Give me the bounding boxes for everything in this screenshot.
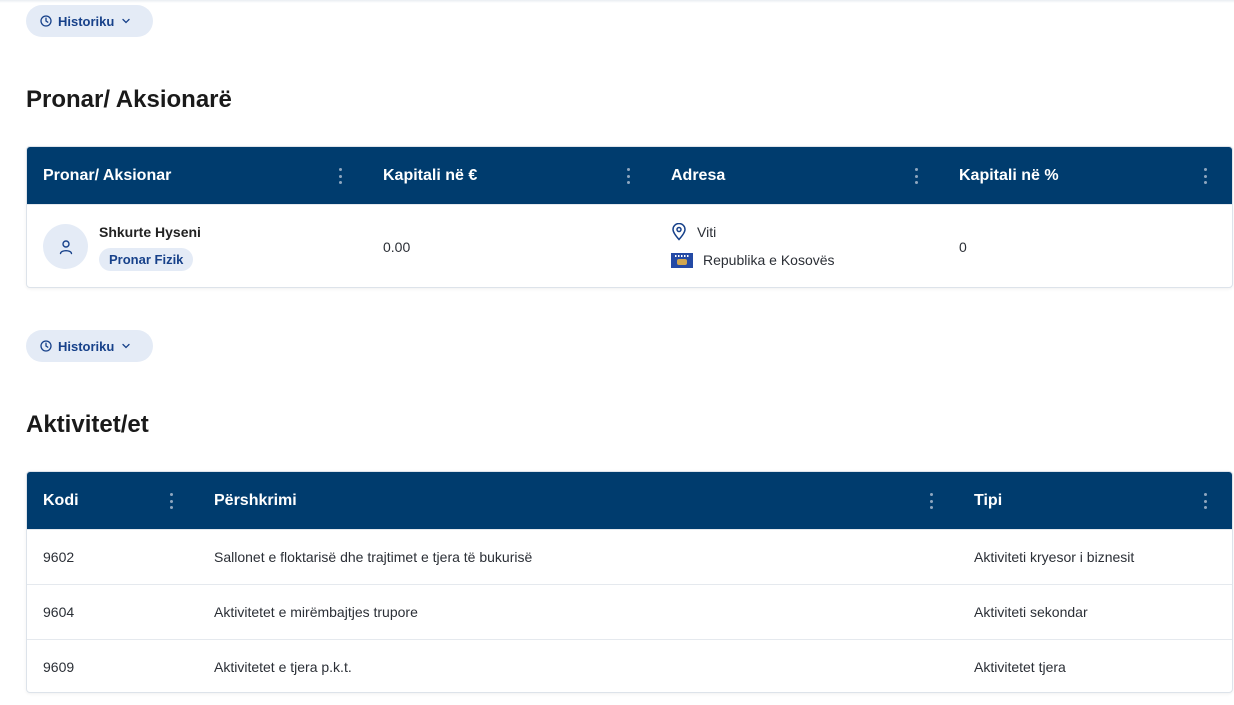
owner-type-badge: Pronar Fizik (99, 248, 194, 271)
column-header-address: Adresa (671, 166, 726, 184)
column-menu-capital-eur[interactable] (623, 166, 633, 186)
column-header-capital-eur: Kapitali në € (383, 166, 478, 184)
user-icon (59, 239, 72, 254)
activity-description: Aktivitetet e tjera p.k.t. (214, 658, 352, 675)
owner-capital-eur: 0.00 (383, 238, 411, 255)
kebab-icon (929, 493, 933, 496)
kebab-icon (1203, 493, 1207, 496)
column-menu-capital-pct[interactable] (1200, 166, 1210, 186)
kebab-icon (338, 168, 342, 171)
map-pin-icon (672, 223, 686, 241)
activity-code: 9604 (43, 604, 75, 620)
top-shadow (0, 0, 1234, 3)
kosovo-flag-icon (671, 252, 693, 268)
activity-code: 9609 (43, 658, 75, 675)
activities-title: Aktivitet/et (26, 411, 149, 438)
owner-capital-pct: 0 (959, 238, 967, 255)
table-row: 9609 Aktivitetet e tjera p.k.t. Aktivite… (27, 639, 1232, 692)
activity-type: Aktiviteti sekondar (974, 604, 1088, 620)
owners-table-header: Pronar/ Aksionar Kapitali në € Adresa Ka… (27, 147, 1232, 204)
column-menu-type[interactable] (1200, 491, 1210, 511)
activities-table: Kodi Përshkrimi Tipi 9602 Sallonet e flo… (26, 471, 1233, 693)
address-country-line: Republika e Kosovës (671, 252, 835, 268)
clock-icon (40, 15, 52, 27)
address-city: Viti (697, 224, 717, 240)
kebab-icon (626, 168, 630, 171)
owner-name: Shkurte Hyseni (99, 224, 201, 240)
column-menu-address[interactable] (911, 166, 921, 186)
column-header-capital-pct: Kapitali në % (959, 166, 1059, 184)
column-header-type: Tipi (974, 491, 1003, 509)
clock-icon (40, 340, 52, 352)
history-button[interactable]: Historiku (26, 5, 153, 37)
address-country: Republika e Kosovës (703, 252, 835, 268)
activities-table-header: Kodi Përshkrimi Tipi (27, 472, 1232, 529)
history-button[interactable]: Historiku (26, 330, 153, 362)
table-row: 9602 Sallonet e floktarisë dhe trajtimet… (27, 529, 1232, 584)
table-row: 9604 Aktivitetet e mirëmbajtjes trupore … (27, 584, 1232, 639)
activity-code: 9602 (43, 549, 75, 565)
column-menu-code[interactable] (166, 491, 176, 511)
history-button-label: Historiku (58, 338, 115, 354)
column-menu-owner[interactable] (335, 166, 345, 186)
chevron-down-icon (122, 343, 130, 349)
column-header-owner: Pronar/ Aksionar (43, 166, 172, 184)
column-menu-description[interactable] (926, 491, 936, 511)
address-city-line: Viti (671, 223, 716, 241)
owners-title: Pronar/ Aksionarë (26, 86, 232, 113)
avatar (43, 224, 88, 269)
activity-type: Aktivitetet tjera (974, 658, 1066, 675)
kebab-icon (1203, 168, 1207, 171)
activity-description: Aktivitetet e mirëmbajtjes trupore (214, 604, 418, 620)
activity-type: Aktiviteti kryesor i biznesit (974, 549, 1135, 565)
owners-table: Pronar/ Aksionar Kapitali në € Adresa Ka… (26, 146, 1233, 288)
table-row: Shkurte Hyseni Pronar Fizik 0.00 Viti Re… (27, 204, 1232, 287)
activity-description: Sallonet e floktarisë dhe trajtimet e tj… (214, 549, 533, 565)
history-button-label: Historiku (58, 13, 115, 29)
column-header-description: Përshkrimi (214, 491, 297, 509)
kebab-icon (169, 493, 173, 496)
column-header-code: Kodi (43, 491, 79, 509)
kebab-icon (914, 168, 918, 171)
chevron-down-icon (122, 18, 130, 24)
